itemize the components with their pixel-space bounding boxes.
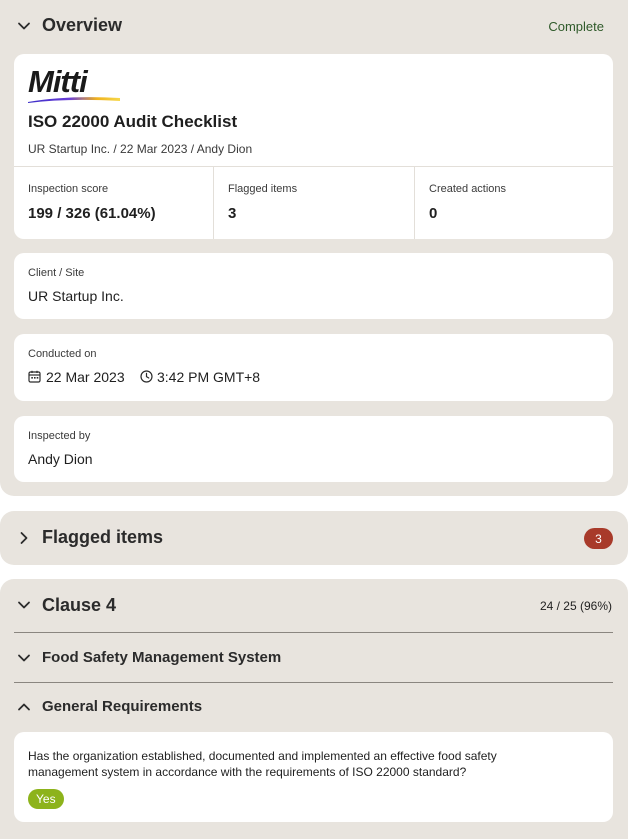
chevron-up-icon xyxy=(16,699,32,715)
logo-swoosh xyxy=(28,97,120,103)
client-site-label: Client / Site xyxy=(28,267,85,279)
inspected-by-card: Inspected by Andy Dion xyxy=(14,416,613,482)
section-header[interactable]: Food Safety Management System xyxy=(0,633,628,683)
client-site-card: Client / Site UR Startup Inc. xyxy=(14,253,613,319)
report-card: Mitti ISO 22000 Audit Checklist UR Start… xyxy=(14,54,613,239)
flagged-items-title: Flagged items xyxy=(42,527,164,547)
stat-flagged-items: Flagged items 3 xyxy=(228,183,298,222)
status-complete: Complete xyxy=(548,19,604,34)
report-meta: UR Startup Inc. / 22 Mar 2023 / Andy Dio… xyxy=(28,142,253,156)
inspected-by-label: Inspected by xyxy=(28,430,91,442)
conducted-on-label: Conducted on xyxy=(28,348,97,360)
chevron-down-icon xyxy=(16,18,32,34)
overview-header[interactable]: Overview Complete xyxy=(0,0,628,52)
clause-panel: Clause 4 24 / 25 (96%) Food Safety Manag… xyxy=(0,579,628,839)
client-site-value: UR Startup Inc. xyxy=(28,288,124,304)
clause-title: Clause 4 xyxy=(42,595,117,615)
flagged-items-panel[interactable]: Flagged items 3 xyxy=(0,511,628,565)
stat-inspection-score: Inspection score 199 / 326 (61.04%) xyxy=(28,183,156,222)
overview-title: Overview xyxy=(42,15,123,35)
brand-logo: Mitti xyxy=(28,64,120,103)
chevron-right-icon xyxy=(16,530,32,546)
conducted-on-card: Conducted on 22 Mar 2023 3:42 PM GMT+8 xyxy=(14,334,613,401)
question-text: Has the organization established, docume… xyxy=(28,749,497,779)
chevron-down-icon xyxy=(16,597,32,613)
inspected-by-value: Andy Dion xyxy=(28,451,93,467)
chevron-down-icon xyxy=(16,650,32,666)
subsection-title: General Requirements xyxy=(42,698,203,715)
calendar-icon xyxy=(28,370,41,383)
subsection-header[interactable]: General Requirements xyxy=(0,683,628,729)
section-title: Food Safety Management System xyxy=(42,649,282,666)
answer-yes-badge[interactable]: Yes xyxy=(28,789,64,809)
clause-header[interactable]: Clause 4 24 / 25 (96%) xyxy=(0,579,628,631)
question-card: Has the organization established, docume… xyxy=(14,732,613,822)
overview-panel: Overview Complete Mitti ISO 22000 Audit … xyxy=(0,0,628,496)
conducted-time: 3:42 PM GMT+8 xyxy=(157,369,261,385)
clause-score: 24 / 25 (96%) xyxy=(539,599,612,613)
clock-icon xyxy=(140,370,153,383)
conducted-date: 22 Mar 2023 xyxy=(46,369,125,385)
flagged-count-badge: 3 xyxy=(584,528,613,549)
stat-created-actions: Created actions 0 xyxy=(429,183,507,222)
report-title: ISO 22000 Audit Checklist xyxy=(28,112,238,131)
